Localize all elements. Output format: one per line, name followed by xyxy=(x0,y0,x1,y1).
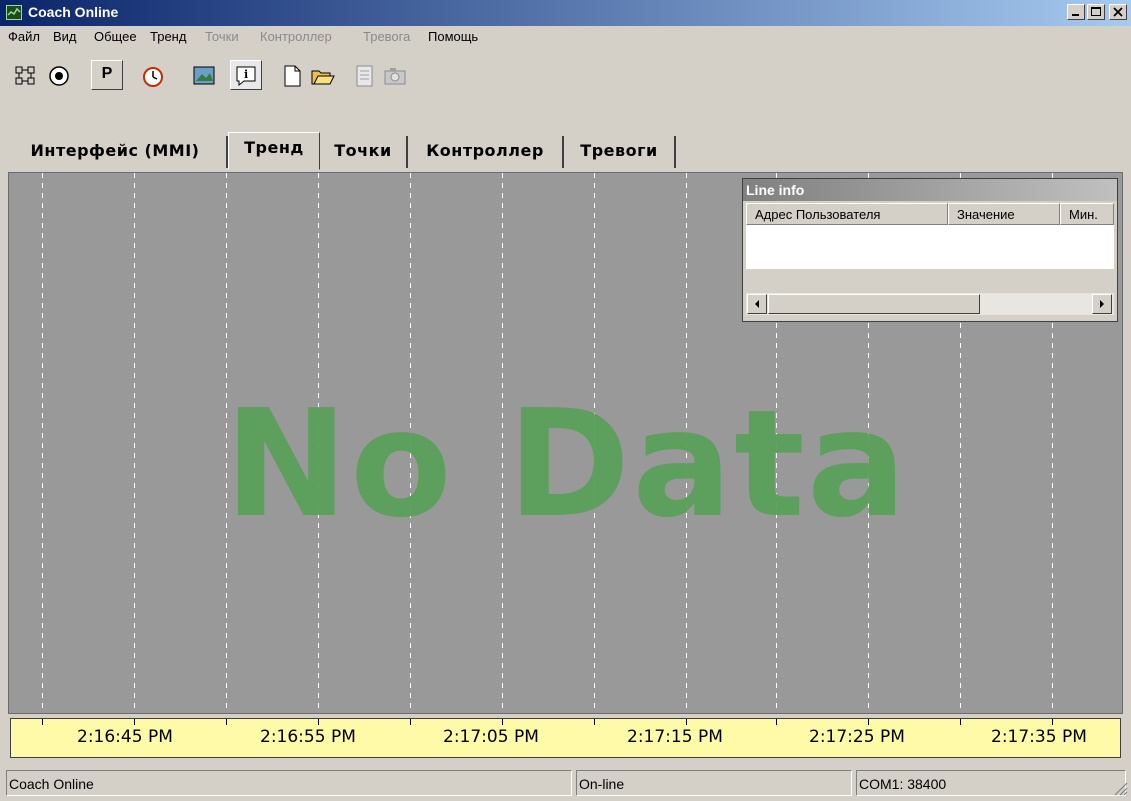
menu-points[interactable]: Точки xyxy=(205,29,239,44)
maximize-button[interactable] xyxy=(1087,4,1105,20)
info-button[interactable]: i xyxy=(230,60,262,90)
menu-general[interactable]: Общее xyxy=(94,29,137,44)
horizontal-scrollbar[interactable] xyxy=(746,293,1114,315)
time-label: 2:17:35 PM xyxy=(991,727,1087,747)
axis-tick xyxy=(868,719,869,725)
svg-text:i: i xyxy=(244,68,248,81)
resize-grip-icon[interactable] xyxy=(1112,780,1128,796)
column-value[interactable]: Значение xyxy=(948,203,1060,225)
axis-tick xyxy=(318,719,319,725)
status-connection: On-line xyxy=(576,770,852,796)
scroll-left-button[interactable] xyxy=(747,294,767,314)
axis-tick xyxy=(502,719,503,725)
time-label: 2:16:45 PM xyxy=(77,727,173,747)
status-port: COM1: 38400 xyxy=(856,770,1126,796)
tab-bar: Интерфейс (MMI) Тренд Точки Контроллер Т… xyxy=(0,130,1131,172)
clock-icon xyxy=(143,67,163,87)
column-min[interactable]: Мин. xyxy=(1060,203,1114,225)
time-axis: 2:16:45 PM 2:16:55 PM 2:17:05 PM 2:17:15… xyxy=(10,718,1121,758)
open-folder-icon xyxy=(311,70,335,85)
camera-icon xyxy=(384,68,406,85)
scrollbar-thumb[interactable] xyxy=(768,294,980,314)
view-button[interactable] xyxy=(43,60,75,90)
axis-tick xyxy=(410,719,411,725)
tab-controller[interactable]: Контроллер xyxy=(408,136,564,168)
notepad-icon xyxy=(356,65,373,87)
no-data-label: No Data xyxy=(224,378,909,550)
tab-mmi[interactable]: Интерфейс (MMI) xyxy=(4,136,228,168)
tab-trend[interactable]: Тренд xyxy=(228,132,320,170)
time-label: 2:17:15 PM xyxy=(627,727,723,747)
line-info-header: Адрес Пользователя Значение Мин. xyxy=(746,203,1114,225)
axis-tick xyxy=(776,719,777,725)
menu-view[interactable]: Вид xyxy=(53,29,77,44)
axis-tick xyxy=(226,719,227,725)
menu-file[interactable]: Файл xyxy=(8,29,40,44)
arrow-right-icon xyxy=(1100,300,1104,308)
menu-trend[interactable]: Тренд xyxy=(150,29,186,44)
line-info-panel: Line info Адрес Пользователя Значение Ми… xyxy=(742,178,1118,322)
menu-alarm[interactable]: Тревога xyxy=(363,29,410,44)
status-app: Coach Online xyxy=(6,770,572,796)
tab-alarms[interactable]: Тревоги xyxy=(564,136,676,168)
arrow-left-icon xyxy=(755,300,759,308)
axis-tick xyxy=(960,719,961,725)
axis-tick xyxy=(686,719,687,725)
new-file-icon xyxy=(284,65,301,87)
line-info-list[interactable] xyxy=(746,225,1114,269)
axis-tick xyxy=(134,719,135,725)
image-icon xyxy=(193,66,215,85)
app-icon xyxy=(6,5,22,20)
open-folder-button[interactable] xyxy=(306,60,338,90)
title-bar: Coach Online xyxy=(0,0,1131,26)
window-title: Coach Online xyxy=(28,4,119,20)
info-icon: i xyxy=(236,66,256,87)
time-label: 2:17:25 PM xyxy=(809,727,905,747)
image-button[interactable] xyxy=(188,60,220,90)
toolbar: P i xyxy=(0,50,1131,130)
close-button[interactable] xyxy=(1109,4,1127,20)
minimize-button[interactable] xyxy=(1067,4,1085,20)
axis-tick xyxy=(42,719,43,725)
time-label: 2:17:05 PM xyxy=(443,727,539,747)
p-button[interactable]: P xyxy=(91,60,123,90)
column-user-address[interactable]: Адрес Пользователя xyxy=(746,203,948,225)
timer-button[interactable] xyxy=(137,60,169,90)
axis-tick xyxy=(1052,719,1053,725)
notepad-button[interactable] xyxy=(348,60,380,90)
network-icon xyxy=(15,66,35,85)
tab-points[interactable]: Точки xyxy=(320,136,408,168)
status-bar: Coach Online On-line COM1: 38400 xyxy=(0,766,1131,801)
eye-icon xyxy=(49,66,69,86)
new-file-button[interactable] xyxy=(276,60,308,90)
line-info-title[interactable]: Line info xyxy=(743,179,1117,201)
network-button[interactable] xyxy=(10,60,42,90)
time-label: 2:16:55 PM xyxy=(260,727,356,747)
scroll-right-button[interactable] xyxy=(1092,294,1112,314)
p-icon: P xyxy=(101,65,113,82)
menu-bar: Файл Вид Общее Тренд Точки Контроллер Тр… xyxy=(0,26,1131,48)
camera-button[interactable] xyxy=(378,60,410,90)
menu-controller[interactable]: Контроллер xyxy=(260,29,332,44)
axis-tick xyxy=(594,719,595,725)
menu-help[interactable]: Помощь xyxy=(428,29,478,44)
